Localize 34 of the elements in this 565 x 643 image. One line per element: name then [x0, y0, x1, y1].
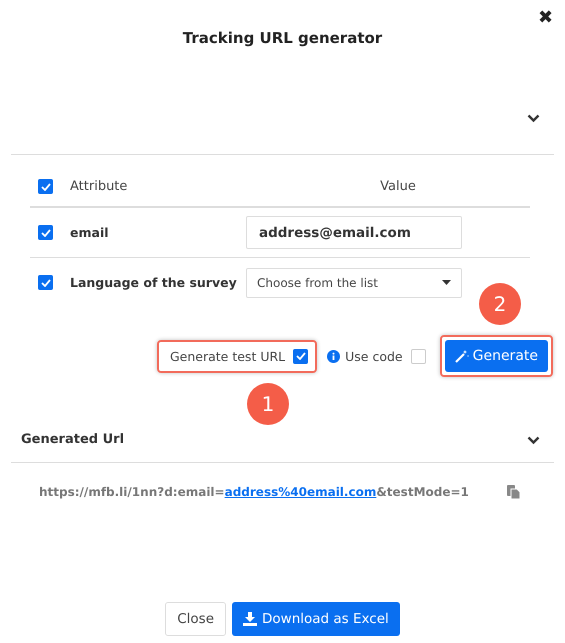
magic-wand-icon: [454, 349, 469, 363]
checkmark-icon: [40, 182, 50, 190]
checkbox-label: Generate test URL: [170, 348, 286, 364]
checkbox[interactable]: [38, 275, 53, 290]
section-title: Generated Url: [21, 432, 124, 447]
generated-url: https://mfb.li/1nn?d:email=address%40email.com&testMode=1: [39, 485, 469, 499]
column-header: Value: [380, 179, 416, 194]
download-button[interactable]: Download as Excel: [232, 602, 400, 636]
copy-icon[interactable]: [507, 485, 520, 499]
chevron-down-icon[interactable]: [527, 114, 540, 122]
value-field[interactable]: address@email.com: [246, 216, 462, 249]
checkmark-icon: [40, 228, 50, 236]
checkbox-label: Use code: [345, 348, 403, 364]
checkbox[interactable]: [38, 225, 53, 240]
checkmark-icon: [296, 352, 306, 360]
dialog-title: Tracking URL generator: [182, 29, 382, 47]
info-icon[interactable]: [327, 350, 340, 362]
attribute-name: Language of the survey: [70, 275, 238, 290]
checkbox[interactable]: [410, 348, 426, 364]
caret-icon: [442, 280, 451, 285]
step-callout: 2: [479, 283, 521, 325]
chevron-down-icon[interactable]: [527, 436, 540, 445]
value-dropdown[interactable]: Choose from the list: [246, 268, 462, 298]
attribute-name: email: [70, 225, 110, 240]
checkbox[interactable]: [293, 348, 308, 364]
generate-button[interactable]: Generate: [444, 340, 548, 372]
email-link[interactable]: address%40email.com: [224, 485, 376, 499]
select-all-checkbox[interactable]: [38, 179, 53, 194]
close-button[interactable]: ✖: [536, 4, 555, 30]
download-icon: [243, 612, 257, 626]
step-callout: 1: [247, 383, 289, 425]
close-button[interactable]: Close: [165, 602, 226, 636]
column-header: Attribute: [70, 179, 128, 194]
checkmark-icon: [40, 278, 50, 286]
